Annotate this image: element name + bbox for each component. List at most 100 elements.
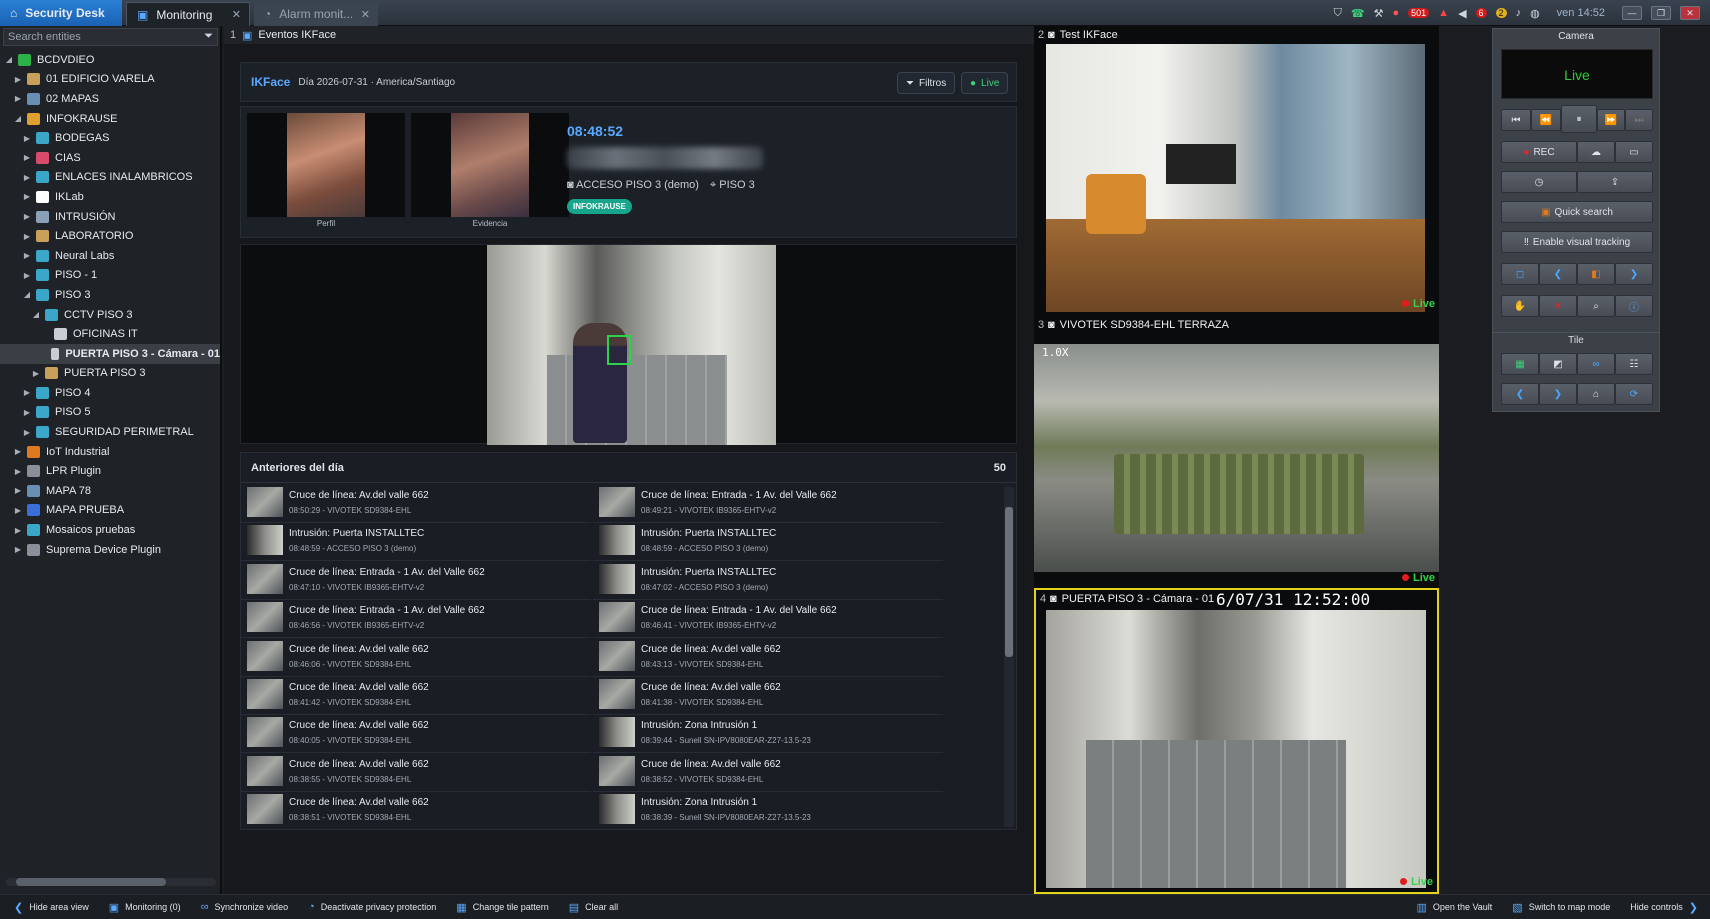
tree-item[interactable]: ▶ 01 EDIFICIO VARELA — [0, 70, 220, 90]
event-list-item[interactable]: Intrusión: Zona Intrusión 1 08:38:39 - Su… — [593, 790, 943, 831]
event-list-item[interactable]: Cruce de línea: Av.del valle 662 08:46:06… — [241, 637, 591, 677]
chevron-right-icon[interactable]: ❯ — [1615, 263, 1653, 285]
refresh-icon[interactable]: ⟳ — [1615, 383, 1653, 405]
collapsed-arrow-icon[interactable]: ▶ — [22, 388, 32, 397]
collapsed-arrow-icon[interactable]: ▶ — [22, 408, 32, 417]
zoom-icon[interactable]: ⌕ — [1577, 295, 1615, 317]
close-button[interactable]: ✕ — [1680, 6, 1700, 20]
filters-button[interactable]: ⏷ Filtros — [897, 72, 956, 94]
bell-icon[interactable]: ● — [1392, 7, 1399, 19]
tree-item[interactable]: ▶ Neural Labs — [0, 246, 220, 266]
tree-item[interactable]: ◢ BCDVDIEO — [0, 50, 220, 70]
tree-item[interactable]: ▶ INTRUSIÓN — [0, 207, 220, 227]
home-icon[interactable]: ⌂ — [1577, 383, 1615, 405]
collapsed-arrow-icon[interactable]: ▶ — [22, 251, 32, 260]
expanded-arrow-icon[interactable]: ◢ — [31, 310, 41, 319]
tree-item[interactable]: PUERTA PISO 3 - Cámara - 01 — [0, 343, 220, 364]
speaker-alert-icon[interactable]: ◀ — [1458, 7, 1466, 20]
count-badge-6[interactable]: 6 — [1475, 8, 1487, 18]
tree-item[interactable]: OFICINAS IT — [0, 324, 220, 344]
volume-icon[interactable]: ♪ — [1516, 7, 1522, 19]
restore-button[interactable]: ❐ — [1651, 6, 1671, 20]
snapshot-icon[interactable]: ▭ — [1615, 141, 1653, 163]
collapsed-arrow-icon[interactable]: ▶ — [13, 75, 23, 84]
tree-item[interactable]: ▶ IoT Industrial — [0, 442, 220, 462]
event-list-item[interactable]: Cruce de línea: Av.del valle 662 08:41:38… — [593, 675, 943, 715]
expand-icon[interactable]: ◩ — [1539, 353, 1577, 375]
event-list-item[interactable]: Intrusión: Zona Intrusión 1 08:39:44 - Su… — [593, 713, 943, 754]
rewind-button[interactable]: ⏪ — [1531, 109, 1561, 131]
tree-item[interactable]: ▶ PISO 5 — [0, 403, 220, 423]
time-icon[interactable]: ◷ — [1501, 171, 1577, 193]
tab-monitoring[interactable]: ▣ Monitoring ✕ — [126, 2, 250, 26]
tree-item[interactable]: ▶ IKLab — [0, 187, 220, 207]
export-icon[interactable]: ⇪ — [1577, 171, 1653, 193]
event-video-player[interactable] — [240, 244, 1017, 445]
map-button[interactable]: ▧ Switch to map mode — [1512, 901, 1610, 914]
tab-alarm-monitoring[interactable]: ◔ Alarm monit... ✕ — [254, 2, 378, 26]
event-list-item[interactable]: Cruce de línea: Av.del valle 662 08:40:05… — [241, 713, 591, 754]
event-list-item[interactable]: Cruce de línea: Av.del valle 662 08:43:13… — [593, 637, 943, 677]
info-icon[interactable]: ⓘ — [1615, 295, 1653, 317]
event-list-item[interactable]: Intrusión: Puerta INSTALLTEC 08:48:59 - A… — [593, 521, 943, 562]
tree-item[interactable]: ◢ INFOKRAUSE — [0, 109, 220, 129]
mute-icon[interactable]: ✋ — [1501, 295, 1539, 317]
event-list-item[interactable]: Cruce de línea: Entrada - 1 Av. del Vall… — [241, 598, 591, 639]
tree-item[interactable]: ▶ SEGURIDAD PERIMETRAL — [0, 422, 220, 442]
collapsed-arrow-icon[interactable]: ▶ — [13, 545, 23, 554]
event-list-item[interactable]: Cruce de línea: Av.del valle 662 08:38:52… — [593, 752, 943, 792]
tree-item[interactable]: ▶ PUERTA PISO 3 — [0, 364, 220, 384]
tile-4-camera[interactable]: 4 ◙ PUERTA PISO 3 - Cámara - 01 6/07/31 12… — [1034, 588, 1439, 894]
next-tile-icon[interactable]: ❯ — [1539, 383, 1577, 405]
search-input[interactable]: Search entities ⏷ — [3, 28, 218, 46]
collapsed-arrow-icon[interactable]: ▶ — [22, 271, 32, 280]
record-button[interactable]: ● REC — [1501, 141, 1577, 163]
forward-button[interactable]: ⏩ — [1597, 109, 1625, 131]
collapsed-arrow-icon[interactable]: ▶ — [13, 447, 23, 456]
expanded-arrow-icon[interactable]: ◢ — [13, 114, 23, 123]
clear-button[interactable]: ▤ Clear all — [569, 901, 618, 914]
vault-button[interactable]: ▥ Open the Vault — [1417, 901, 1493, 914]
tools-icon[interactable]: ⚒ — [1374, 7, 1384, 20]
collapsed-arrow-icon[interactable]: ▶ — [13, 506, 23, 515]
tree-item[interactable]: ▶ PISO 4 — [0, 383, 220, 403]
tree-item[interactable]: ▶ MAPA 78 — [0, 481, 220, 501]
event-list-item[interactable]: Cruce de línea: Av.del valle 662 08:50:29… — [241, 483, 591, 523]
grid-icon[interactable]: ▦ — [1501, 353, 1539, 375]
alert-icon[interactable]: ▲ — [1438, 7, 1449, 19]
horizontal-scrollbar[interactable] — [6, 878, 216, 886]
collapsed-arrow-icon[interactable]: ▶ — [13, 94, 23, 103]
collapsed-arrow-icon[interactable]: ▶ — [22, 153, 32, 162]
close-tab-icon[interactable]: ✕ — [232, 8, 241, 21]
live-button[interactable]: ● Live — [961, 72, 1009, 94]
phone-icon[interactable]: ☎ — [1351, 7, 1365, 20]
chevron-left-icon[interactable]: ❮ — [1539, 263, 1577, 285]
event-list-item[interactable]: Cruce de línea: Av.del valle 662 08:41:42… — [241, 675, 591, 715]
network-icon[interactable]: ◍ — [1530, 7, 1540, 20]
event-list-item[interactable]: Cruce de línea: Entrada - 1 Av. del Vall… — [593, 598, 943, 639]
skip-back-button[interactable]: ⏮ — [1501, 109, 1531, 131]
tree-item[interactable]: ▶ CIAS — [0, 148, 220, 168]
grid-button[interactable]: ▦ Change tile pattern — [456, 901, 548, 914]
close-tab-icon[interactable]: ✕ — [361, 8, 370, 21]
stop-icon[interactable]: ◻ — [1501, 263, 1539, 285]
filter-icon[interactable]: ⏷ — [204, 30, 213, 43]
chevron-right-button[interactable]: Hide controls ❯ — [1630, 901, 1704, 914]
delete-icon[interactable]: ✕ — [1539, 295, 1577, 317]
collapsed-arrow-icon[interactable]: ▶ — [13, 467, 23, 476]
event-list-item[interactable]: Cruce de línea: Entrada - 1 Av. del Vall… — [593, 483, 943, 523]
event-list-item[interactable]: Cruce de línea: Entrada - 1 Av. del Vall… — [241, 560, 591, 600]
tile-settings-icon[interactable]: ☷ — [1615, 353, 1653, 375]
quick-search-button[interactable]: ▣ Quick search — [1501, 201, 1653, 223]
layout-icon[interactable]: ◧ — [1577, 263, 1615, 285]
prev-tile-icon[interactable]: ❮ — [1501, 383, 1539, 405]
minimize-button[interactable]: — — [1622, 6, 1642, 20]
tree-item[interactable]: ▶ BODEGAS — [0, 128, 220, 148]
event-list-item[interactable]: Intrusión: Puerta INSTALLTEC 08:47:02 - A… — [593, 560, 943, 600]
event-list-item[interactable]: Cruce de línea: Av.del valle 662 08:38:51… — [241, 790, 591, 831]
collapsed-arrow-icon[interactable]: ▶ — [22, 232, 32, 241]
link-icon[interactable]: ∞ — [1577, 353, 1615, 375]
chevron-left-button[interactable]: ❮ Hide area view — [14, 901, 89, 914]
tree-item[interactable]: ▶ Mosaicos pruebas — [0, 520, 220, 540]
tree-item[interactable]: ▶ ENLACES INALAMBRICOS — [0, 168, 220, 188]
